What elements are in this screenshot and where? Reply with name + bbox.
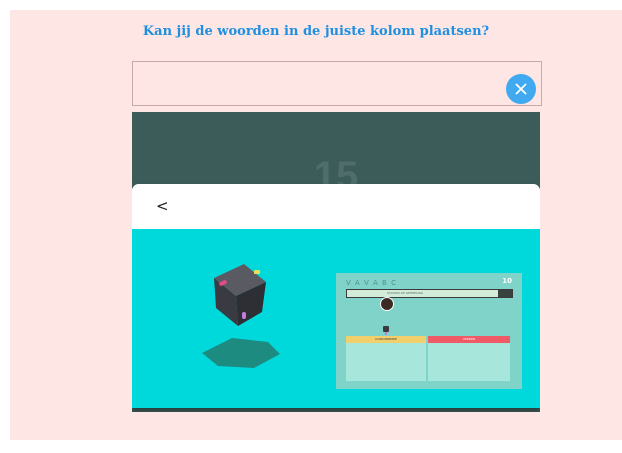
preview-progress-bar: STATION OP GEHEELING <box>346 289 513 298</box>
modal-body: V A V A B C 10 STATION OP GEHEELING CONS… <box>132 229 540 408</box>
preview-title: V A V A B C <box>346 279 397 287</box>
game-preview-screenshot: V A V A B C 10 STATION OP GEHEELING CONS… <box>336 273 522 389</box>
avatar <box>380 297 394 311</box>
back-button[interactable]: < <box>156 197 172 215</box>
close-icon <box>515 83 527 95</box>
word-token-icon <box>383 326 389 335</box>
preview-column-right: VERDER <box>428 336 510 381</box>
preview-column-left: CONSUMENDE <box>346 336 426 381</box>
preview-column-left-label: CONSUMENDE <box>346 336 426 343</box>
preview-count: 10 <box>502 277 512 285</box>
preview-progress-fill <box>498 290 512 297</box>
answer-drop-bar[interactable] <box>132 61 542 106</box>
modal-header: < <box>132 184 540 229</box>
tutorial-modal: < V A V A B C 10 STATION OP GEHEELING CO… <box>132 184 540 408</box>
game-area: 15 < V A V A B C 10 STATION OP GEHEELING… <box>132 112 540 412</box>
cube-illustration <box>214 264 266 326</box>
preview-column-right-label: VERDER <box>428 336 510 343</box>
preview-progress-label: STATION OP GEHEELING <box>387 291 424 295</box>
page-title: Kan jij de woorden in de juiste kolom pl… <box>142 24 490 39</box>
exercise-page: Kan jij de woorden in de juiste kolom pl… <box>10 10 622 440</box>
close-button[interactable] <box>506 74 536 104</box>
cube-shadow-illustration <box>202 338 280 368</box>
